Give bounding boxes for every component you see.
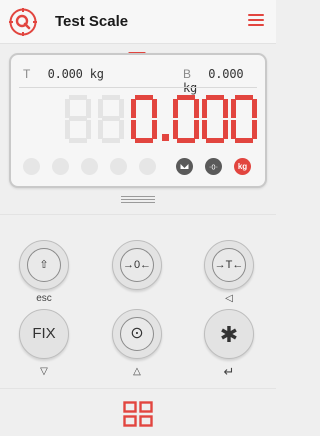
indicator-3 [81, 158, 98, 175]
star-button[interactable]: ✱ [204, 309, 254, 359]
weight-digit-1 [173, 95, 199, 143]
kg-indicator: kg [234, 158, 251, 175]
weight-digit-0 [131, 95, 157, 143]
display-divider [19, 87, 257, 88]
keypad-divider [0, 214, 276, 215]
app-title: Test Scale [55, 13, 129, 30]
tare-button-label: →T← [212, 248, 246, 282]
decimal-point [162, 134, 169, 141]
tare-value: 0.000 kg [47, 67, 104, 81]
ghost-digit [65, 95, 91, 143]
esc-label: esc [36, 293, 52, 304]
weight-readout [65, 95, 257, 143]
status-indicators: ·0· kg [23, 155, 255, 177]
apps-grid-icon[interactable] [123, 401, 153, 427]
bottom-divider [0, 388, 276, 389]
indicator-5 [139, 158, 156, 175]
target-button[interactable]: ⊙ [112, 309, 162, 359]
tare-gross-row: T 0.000 kg B 0.000 kg [23, 65, 253, 95]
svg-text:·0·: ·0· [209, 164, 218, 172]
hamburger-menu-icon[interactable] [248, 14, 264, 28]
stable-indicator-icon [176, 158, 193, 175]
weight-digit-2 [202, 95, 228, 143]
star-label: ✱ [219, 322, 239, 347]
gross-label: B [183, 67, 192, 81]
target-label: ⊙ [120, 317, 154, 351]
fix-button[interactable]: FIX [19, 309, 69, 359]
zero-indicator-icon: ·0· [205, 158, 222, 175]
indicator-1 [23, 158, 40, 175]
tare-label: T [23, 67, 31, 81]
up-arrow-label: △ [133, 366, 141, 377]
indicator-2 [52, 158, 69, 175]
zero-button[interactable]: →0← [112, 240, 162, 290]
fix-label: FIX [32, 325, 56, 342]
app-header: Test Scale [0, 0, 276, 44]
left-arrow-label: ◁ [225, 293, 233, 304]
scale-display: T 0.000 kg B 0.000 kg ·0· kg [9, 53, 267, 188]
gross-value: 0.000 kg [183, 67, 244, 95]
down-arrow-label: ▽ [40, 366, 48, 377]
ghost-digit [98, 95, 124, 143]
indicator-4 [110, 158, 127, 175]
zero-label: →0← [120, 248, 154, 282]
enter-label: ↵ [223, 364, 235, 379]
tare-button[interactable]: →T← [204, 240, 254, 290]
shift-label: ⇧ [27, 248, 61, 282]
app-logo-icon [9, 8, 37, 36]
shift-button[interactable]: ⇧ [19, 240, 69, 290]
weight-digit-3 [231, 95, 257, 143]
drag-handle[interactable] [121, 196, 155, 204]
